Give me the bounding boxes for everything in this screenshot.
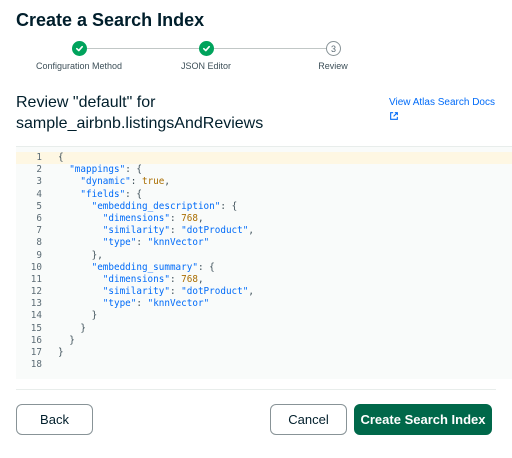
code-line: 17} <box>16 347 512 359</box>
step-1-check-icon <box>72 41 87 56</box>
line-number: 18 <box>30 359 42 371</box>
code-text: "type": "knnVector" <box>102 237 210 249</box>
code-line: 10 "embedding_summary": { <box>16 262 512 274</box>
line-number: 15 <box>30 322 42 334</box>
step-label-configuration: Configuration Method <box>35 61 123 71</box>
code-text: "type": "knnVector" <box>102 298 210 310</box>
step-2-check-icon <box>199 41 214 56</box>
code-text: } <box>69 334 75 346</box>
line-number: 13 <box>30 298 42 310</box>
code-line: 2 "mappings": { <box>16 164 512 176</box>
stepper-connector <box>87 48 199 49</box>
page-title: Create a Search Index <box>16 10 205 30</box>
code-text: } <box>58 347 64 358</box>
line-number: 4 <box>36 188 42 200</box>
code-line: 7 "similarity": "dotProduct", <box>16 225 512 237</box>
footer-divider <box>16 389 496 390</box>
code-line: 9 }, <box>16 250 512 262</box>
code-text: "mappings": { <box>69 164 143 176</box>
code-text: "similarity": "dotProduct", <box>102 225 254 237</box>
cancel-button[interactable]: Cancel <box>270 404 347 435</box>
code-line: 15 } <box>16 323 512 335</box>
code-text: { <box>58 152 64 163</box>
code-line: 18 <box>16 359 512 371</box>
step-3-number: 3 <box>326 41 341 56</box>
code-text: } <box>91 310 98 322</box>
code-line: 13 "type": "knnVector" <box>16 298 512 310</box>
review-heading-line1: Review "default" for <box>16 94 156 111</box>
code-text: "dimensions": 768, <box>102 273 204 285</box>
step-label-review: Review <box>318 61 348 71</box>
code-line: 16 } <box>16 335 512 347</box>
back-button[interactable]: Back <box>16 404 93 435</box>
docs-link-label: View Atlas Search Docs <box>389 97 495 108</box>
review-heading-line2: sample_airbnb.listingsAndReviews <box>16 115 264 132</box>
line-number: 10 <box>30 261 42 273</box>
line-number: 2 <box>36 164 42 176</box>
line-number: 17 <box>30 347 42 358</box>
line-number: 12 <box>30 286 42 298</box>
line-number: 1 <box>36 152 42 163</box>
code-text: "dimensions": 768, <box>102 212 204 224</box>
line-number: 9 <box>36 249 42 261</box>
code-text: "embedding_description": { <box>91 200 238 212</box>
code-line: 5 "embedding_description": { <box>16 201 512 213</box>
code-text: }, <box>91 249 103 261</box>
code-line: 6 "dimensions": 768, <box>16 213 512 225</box>
code-text: "embedding_summary": { <box>91 261 215 273</box>
line-number: 7 <box>36 225 42 237</box>
code-line: 4 "fields": { <box>16 189 512 201</box>
code-line: 3 "dynamic": true, <box>16 176 512 188</box>
code-line: 12 "similarity": "dotProduct", <box>16 286 512 298</box>
stepper-connector <box>214 48 326 49</box>
line-number: 14 <box>30 310 42 322</box>
review-heading: Review "default" for sample_airbnb.listi… <box>16 92 346 134</box>
line-number: 8 <box>36 237 42 249</box>
view-docs-link[interactable]: View Atlas Search Docs <box>389 96 495 126</box>
code-text: "dynamic": true, <box>80 176 170 188</box>
code-line: 11 "dimensions": 768, <box>16 274 512 286</box>
code-line: 8 "type": "knnVector" <box>16 237 512 249</box>
create-search-index-button[interactable]: Create Search Index <box>354 404 492 435</box>
code-text: "fields": { <box>80 188 142 200</box>
line-number: 3 <box>36 176 42 188</box>
line-number: 5 <box>36 200 42 212</box>
line-number: 6 <box>36 212 42 224</box>
code-text: } <box>80 322 86 334</box>
progress-stepper: Configuration Method JSON Editor 3 Revie… <box>0 38 512 78</box>
code-line: 14 } <box>16 310 512 322</box>
line-number: 16 <box>30 334 42 346</box>
json-code-viewer[interactable]: 1{2 "mappings": {3 "dynamic": true, 4 "fi… <box>16 146 512 379</box>
code-text: "similarity": "dotProduct", <box>102 286 254 298</box>
external-link-icon <box>389 111 495 126</box>
line-number: 11 <box>30 273 42 285</box>
step-label-json-editor: JSON Editor <box>180 61 232 71</box>
code-line: 1{ <box>16 152 512 165</box>
